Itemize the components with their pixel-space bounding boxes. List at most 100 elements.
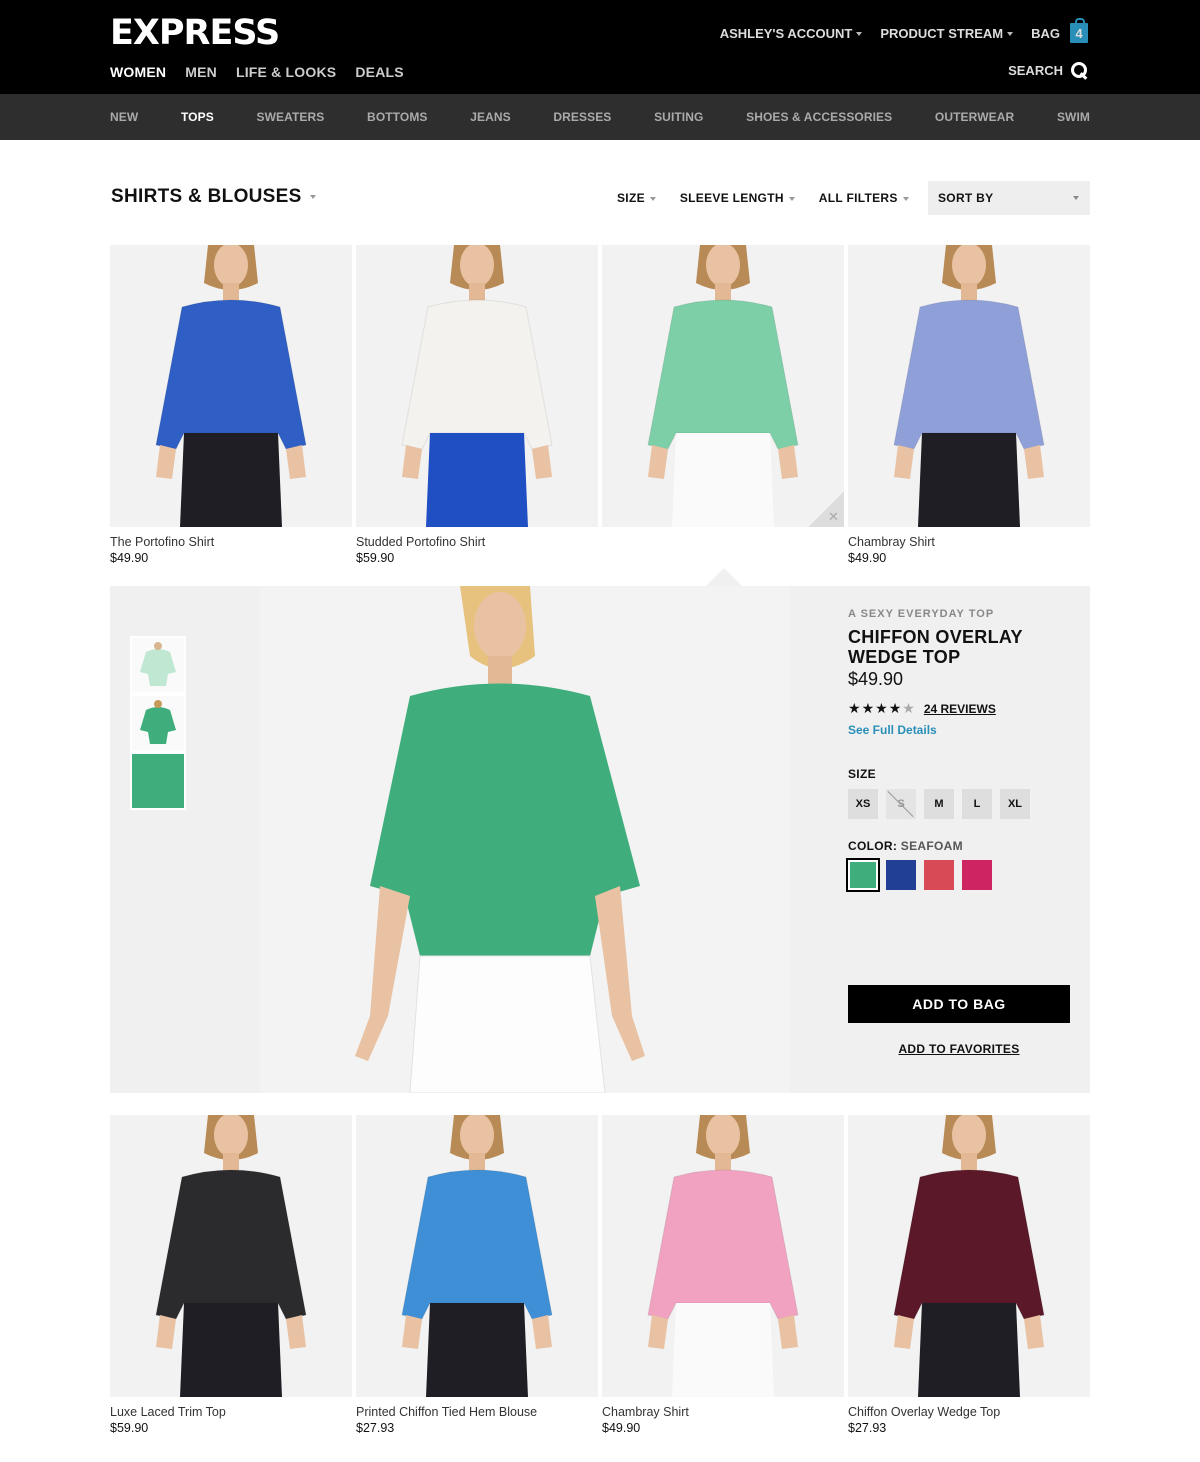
product-price: $27.93 <box>848 1421 887 1435</box>
color-value: SEAFOAM <box>900 839 963 853</box>
add-to-bag-button[interactable]: ADD TO BAG <box>848 985 1070 1023</box>
product-image[interactable] <box>602 1115 844 1397</box>
product-price: $49.90 <box>848 551 887 565</box>
subnav-shoes-accessories[interactable]: SHOES & ACCESSORIES <box>746 110 892 124</box>
product-price: $49.90 <box>110 551 149 565</box>
filter-size-label: SIZE <box>617 191 645 205</box>
filter-sleeve-label: SLEEVE LENGTH <box>679 191 784 205</box>
chevron-down-icon <box>788 196 795 201</box>
bag-count: 4 <box>1075 25 1083 41</box>
product-tile[interactable]: Chambray Shirt $49.90 <box>848 245 1090 565</box>
color-swatch-blue[interactable] <box>886 860 916 890</box>
size-label: SIZE <box>848 767 876 781</box>
subnav-bottoms[interactable]: BOTTOMS <box>367 110 427 124</box>
nav-men[interactable]: MEN <box>185 64 217 80</box>
product-image[interactable] <box>110 245 352 527</box>
product-stream-label: PRODUCT STREAM <box>880 25 1004 41</box>
shopping-bag-icon: 4 <box>1070 18 1088 43</box>
product-tile[interactable]: Chiffon Overlay Wedge Top $27.93 <box>848 1115 1090 1435</box>
nav-life-looks[interactable]: LIFE & LOOKS <box>236 64 336 80</box>
subnav-sweaters[interactable]: SWEATERS <box>256 110 324 124</box>
product-name[interactable]: Printed Chiffon Tied Hem Blouse <box>356 1405 598 1419</box>
product-tile[interactable]: Printed Chiffon Tied Hem Blouse $27.93 <box>356 1115 598 1435</box>
subnav-outerwear[interactable]: OUTERWEAR <box>935 110 1014 124</box>
product-name[interactable]: Chambray Shirt <box>602 1405 844 1419</box>
product-tile[interactable]: Luxe Laced Trim Top $59.90 <box>110 1115 352 1435</box>
size-option-s-unavailable: S <box>886 789 916 819</box>
model-photo <box>848 1115 1090 1397</box>
product-price: $27.93 <box>356 1421 395 1435</box>
account-bar: ASHLEY'S ACCOUNT PRODUCT STREAM BAG 4 <box>720 18 1088 43</box>
thumbnail-back[interactable] <box>130 694 186 752</box>
product-tile[interactable]: Studded Portofino Shirt $59.90 <box>356 245 598 565</box>
subnav-new[interactable]: NEW <box>110 110 138 124</box>
add-to-favorites-link[interactable]: ADD TO FAVORITES <box>848 1042 1070 1056</box>
product-name[interactable]: The Portofino Shirt <box>110 535 352 549</box>
product-stream-menu[interactable]: PRODUCT STREAM <box>880 25 1014 41</box>
close-icon[interactable]: ✕ <box>828 509 839 525</box>
star-rating: ★★★★★ <box>848 700 916 717</box>
color-swatch-seafoam[interactable] <box>846 858 880 892</box>
account-menu[interactable]: ASHLEY'S ACCOUNT <box>720 26 863 41</box>
product-tile[interactable]: Chambray Shirt $49.90 <box>602 1115 844 1435</box>
quick-view-panel: A SEXY EVERYDAY TOP CHIFFON OVERLAY WEDG… <box>110 586 1090 1093</box>
star-icon: ★ <box>848 700 862 716</box>
product-image[interactable] <box>848 1115 1090 1397</box>
reviews-link[interactable]: 24 REVIEWS <box>924 702 996 716</box>
subnav-dresses[interactable]: DRESSES <box>553 110 611 124</box>
subnav-tops[interactable]: TOPS <box>181 110 214 124</box>
thumbnail-front[interactable] <box>130 636 186 694</box>
see-full-details-link[interactable]: See Full Details <box>848 723 1070 737</box>
chevron-down-icon <box>649 196 656 201</box>
star-icon: ★ <box>875 700 889 716</box>
nav-deals[interactable]: DEALS <box>355 64 403 80</box>
product-tagline: A SEXY EVERYDAY TOP <box>848 608 995 620</box>
nav-women[interactable]: WOMEN <box>110 64 167 102</box>
filter-size[interactable]: SIZE <box>617 191 656 205</box>
sort-by-select[interactable]: SORT BY <box>928 181 1090 215</box>
sort-by-label: SORT BY <box>938 191 994 205</box>
product-name[interactable]: Chambray Shirt <box>848 535 1090 549</box>
search-button[interactable]: SEARCH <box>1008 62 1088 79</box>
model-photo <box>110 245 352 527</box>
model-photo <box>602 245 844 527</box>
color-selector <box>846 858 1070 892</box>
filter-sleeve-length[interactable]: SLEEVE LENGTH <box>680 191 795 205</box>
bag-button[interactable]: BAG 4 <box>1031 18 1088 43</box>
product-image[interactable] <box>356 245 598 527</box>
model-photo <box>356 1115 598 1397</box>
express-logo[interactable]: EXPRESS <box>110 13 280 53</box>
category-title-dropdown[interactable]: SHIRTS & BLOUSES <box>111 186 316 208</box>
filter-all[interactable]: ALL FILTERS <box>819 191 909 205</box>
product-image[interactable] <box>110 1115 352 1397</box>
search-icon <box>1071 62 1088 79</box>
subnav-swim[interactable]: SWIM <box>1057 110 1090 124</box>
product-tile-selected[interactable] <box>602 245 844 527</box>
chevron-down-icon <box>902 196 909 201</box>
thumbnail-fabric-swatch[interactable] <box>130 752 186 810</box>
product-price: $49.90 <box>848 669 904 689</box>
product-name[interactable]: Luxe Laced Trim Top <box>110 1405 352 1419</box>
star-empty-icon: ★ <box>902 700 916 716</box>
size-option-xs[interactable]: XS <box>848 789 878 819</box>
product-image[interactable] <box>848 245 1090 527</box>
filter-all-label: ALL FILTERS <box>818 191 898 205</box>
product-image[interactable] <box>356 1115 598 1397</box>
thumbnail-photo <box>140 642 176 686</box>
chevron-down-icon <box>856 32 863 37</box>
subnav-jeans[interactable]: JEANS <box>470 110 511 124</box>
product-image[interactable] <box>602 245 844 527</box>
color-swatch-pink[interactable] <box>962 860 992 890</box>
thumbnail-strip <box>130 636 186 810</box>
chevron-down-icon <box>309 194 316 199</box>
size-option-m[interactable]: M <box>924 789 954 819</box>
product-price: $59.90 <box>356 551 395 565</box>
size-option-xl[interactable]: XL <box>1000 789 1030 819</box>
subnav-suiting[interactable]: SUITING <box>654 110 703 124</box>
color-swatch-red[interactable] <box>924 860 954 890</box>
product-name[interactable]: Chiffon Overlay Wedge Top <box>848 1405 1090 1419</box>
product-tile[interactable]: The Portofino Shirt $49.90 <box>110 245 352 565</box>
model-photo <box>602 1115 844 1397</box>
size-option-l[interactable]: L <box>962 789 992 819</box>
product-name[interactable]: Studded Portofino Shirt <box>356 535 598 549</box>
